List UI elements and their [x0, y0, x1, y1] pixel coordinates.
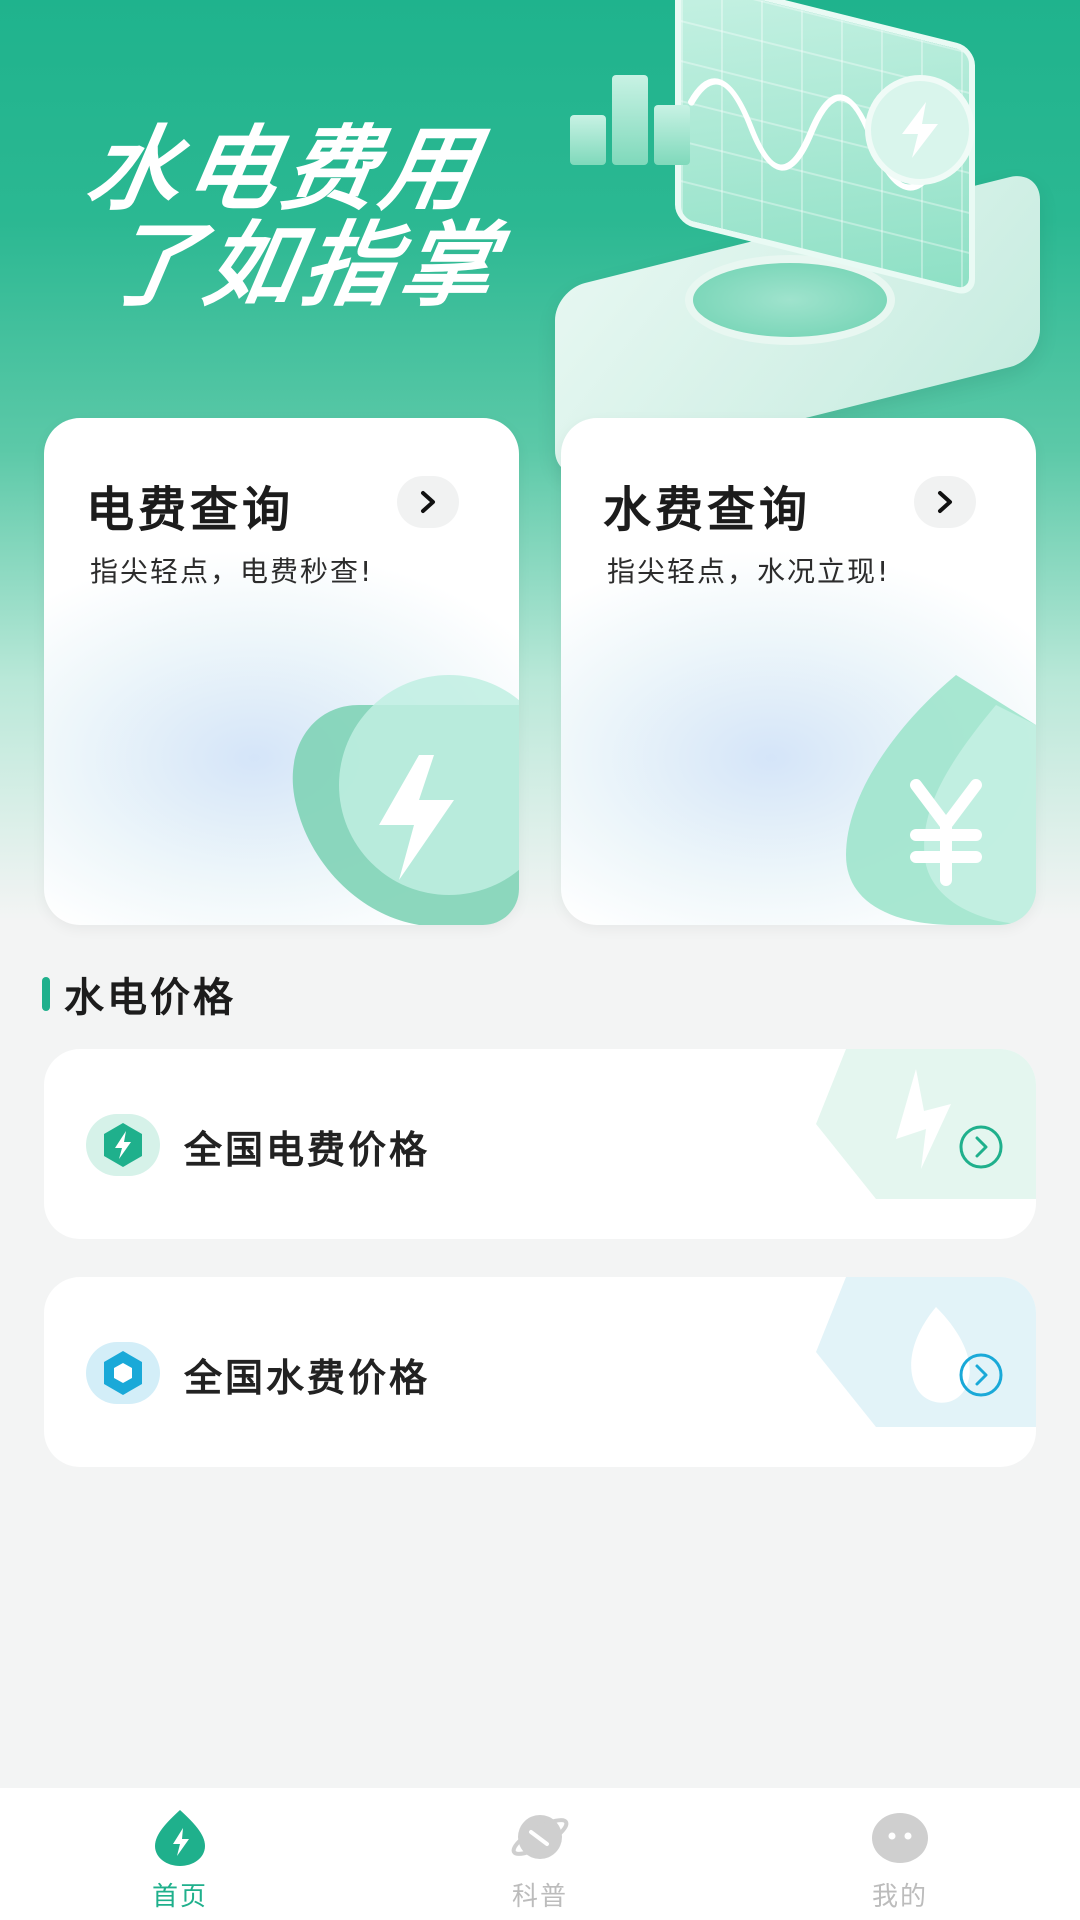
bottom-tab-bar: 首页 科普 我的: [0, 1788, 1080, 1920]
hero-title-line2: 了如指掌: [98, 212, 510, 319]
water-hexagon-icon: [86, 1342, 160, 1404]
home-lightning-icon: [155, 1810, 205, 1866]
section-header: 水电价格: [42, 965, 236, 1023]
section-title: 水电价格: [64, 975, 236, 1021]
profile-face-icon: [872, 1813, 928, 1863]
planet-icon: [511, 1815, 569, 1859]
section-accent-bar: [42, 977, 50, 1011]
tab-label: 我的: [871, 1882, 928, 1912]
tab-label: 首页: [151, 1882, 208, 1912]
chevron-right-icon[interactable]: [914, 476, 976, 528]
chevron-circle-right-icon[interactable]: [958, 1124, 1004, 1170]
tab-science[interactable]: 科普: [440, 1788, 640, 1920]
price-row-label: 全国水费价格: [184, 1356, 431, 1400]
water-query-card[interactable]: 水费查询 指尖轻点，水况立现!: [561, 418, 1036, 925]
water-price-row[interactable]: 全国水费价格: [44, 1277, 1036, 1467]
monitor-illustration: [555, 0, 1040, 481]
electricity-query-card[interactable]: 电费查询 指尖轻点，电费秒查!: [44, 418, 519, 925]
card-title: 水费查询: [603, 482, 812, 538]
card-title: 电费查询: [86, 482, 295, 538]
price-row-label: 全国电费价格: [184, 1128, 431, 1172]
lightning-hexagon-icon: [86, 1114, 160, 1176]
tab-label: 科普: [511, 1882, 568, 1912]
card-subtitle: 指尖轻点，电费秒查!: [90, 555, 374, 588]
lightning-icon: [292, 675, 519, 925]
chevron-circle-right-icon[interactable]: [958, 1352, 1004, 1398]
hero-title-line1: 水电费用: [79, 116, 491, 223]
tab-profile[interactable]: 我的: [800, 1788, 1000, 1920]
hero-title: 水电费用 了如指掌: [63, 116, 525, 319]
chevron-right-icon[interactable]: [397, 476, 459, 528]
lightning-badge-icon: [865, 75, 975, 185]
electricity-price-row[interactable]: 全国电费价格: [44, 1049, 1036, 1239]
yen-icon: [846, 675, 1036, 925]
tab-home[interactable]: 首页: [80, 1788, 280, 1920]
card-subtitle: 指尖轻点，水况立现!: [607, 555, 891, 588]
